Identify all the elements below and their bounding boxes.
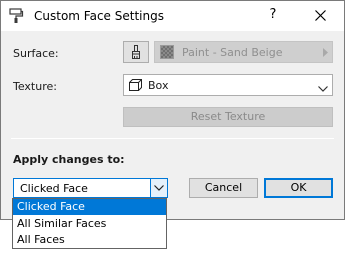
apply-changes-select[interactable]: Clicked Face — [13, 178, 168, 198]
surface-label: Surface: — [13, 47, 59, 60]
close-icon — [315, 10, 326, 21]
reset-texture-button[interactable]: Reset Texture — [123, 107, 333, 127]
paint-brush-icon — [132, 45, 140, 59]
chevron-right-icon — [323, 47, 328, 60]
divider — [11, 138, 334, 139]
help-button[interactable]: ? — [263, 7, 283, 25]
chevron-down-icon — [154, 185, 164, 191]
texture-value: Box — [148, 79, 169, 92]
close-button[interactable] — [301, 3, 341, 29]
surface-swatch — [160, 45, 174, 59]
paint-roller-icon — [8, 8, 24, 24]
option-all-faces[interactable]: All Faces — [13, 232, 166, 248]
surface-picker-button[interactable] — [123, 41, 149, 63]
texture-label: Texture: — [13, 80, 57, 93]
apply-options-list: Clicked Face All Similar Faces All Faces — [12, 198, 167, 249]
custom-face-settings-dialog: Custom Face Settings ? Surface: Paint - … — [0, 0, 345, 220]
chevron-down-icon — [318, 82, 328, 95]
option-all-similar-faces[interactable]: All Similar Faces — [13, 216, 166, 232]
apply-selected-value: Clicked Face — [20, 182, 88, 195]
title-bar: Custom Face Settings ? — [1, 1, 344, 31]
dialog-title: Custom Face Settings — [34, 9, 164, 23]
surface-field: Paint - Sand Beige — [154, 41, 333, 63]
texture-select[interactable]: Box — [123, 74, 333, 96]
dropdown-toggle[interactable] — [150, 179, 167, 197]
option-clicked-face[interactable]: Clicked Face — [13, 199, 166, 215]
ok-button[interactable]: OK — [264, 178, 333, 198]
surface-value: Paint - Sand Beige — [182, 46, 283, 59]
box-icon — [129, 79, 143, 94]
apply-changes-label: Apply changes to: — [13, 153, 125, 166]
cancel-button[interactable]: Cancel — [189, 178, 258, 198]
